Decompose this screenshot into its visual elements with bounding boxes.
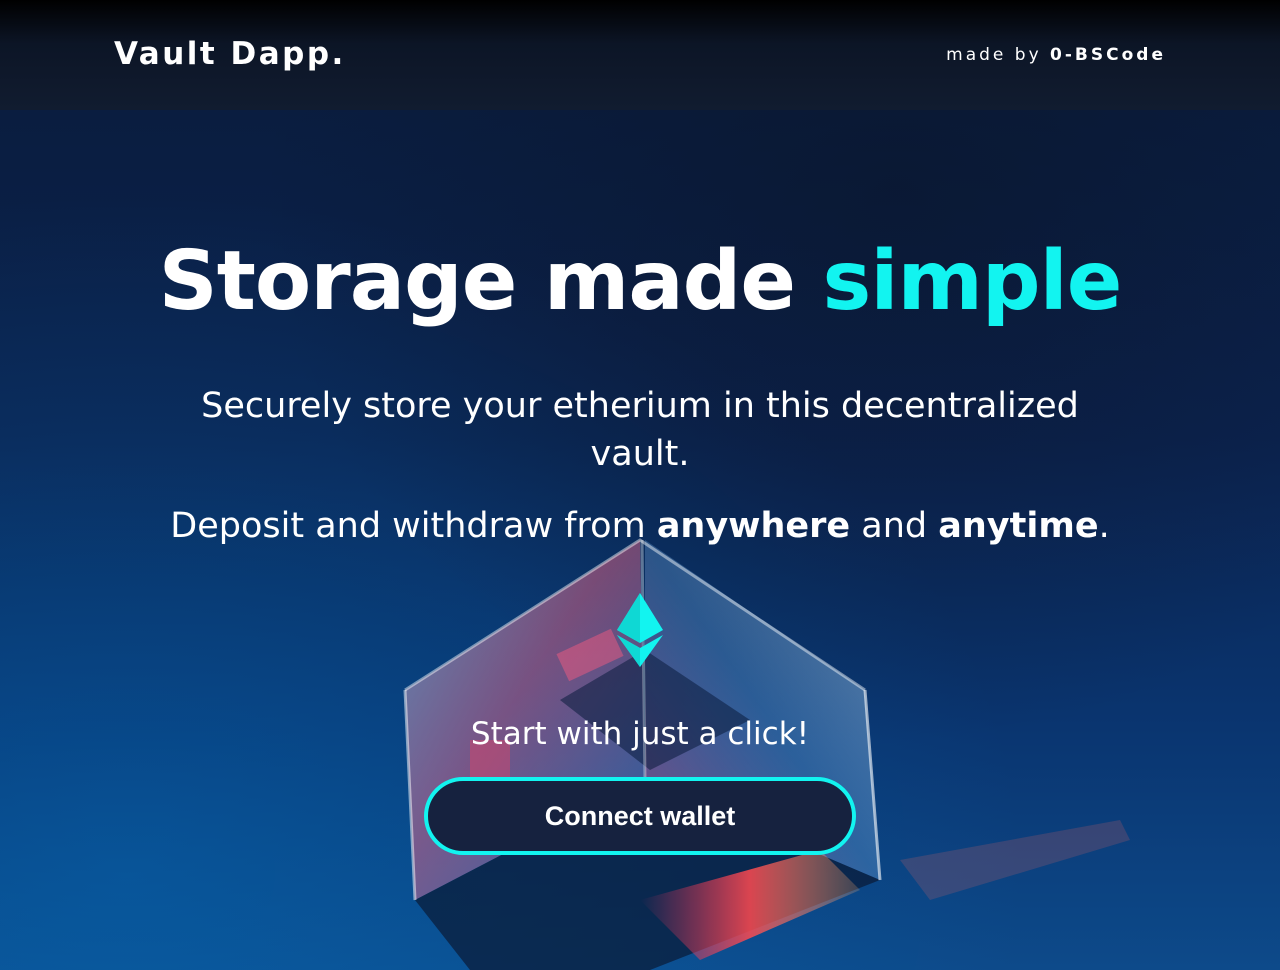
hero-title: Storage made simple (0, 232, 1280, 332)
hero-tagline: Deposit and withdraw from anywhere and a… (0, 502, 1280, 550)
tagline-prefix: Deposit and withdraw from (170, 506, 657, 546)
connect-wallet-button[interactable]: Connect wallet (424, 777, 856, 855)
hero-title-accent: simple (822, 234, 1123, 329)
tagline-suffix: . (1098, 506, 1110, 546)
tagline-bold-anytime: anytime (938, 506, 1099, 546)
brand-logo[interactable]: Vault Dapp. (114, 36, 346, 72)
hero-subtitle: Securely store your etherium in this dec… (201, 386, 1079, 474)
ethereum-icon (617, 593, 663, 667)
author-credit: made by 0-BSCode (946, 45, 1166, 65)
top-navbar: Vault Dapp. made by 0-BSCode (0, 0, 1280, 110)
tagline-bold-anywhere: anywhere (656, 506, 851, 546)
hero-title-main: Storage made (158, 234, 823, 329)
credit-author-link[interactable]: 0-BSCode (1050, 45, 1166, 65)
tagline-mid: and (850, 506, 939, 546)
connect-wallet-label: Connect wallet (544, 800, 736, 831)
cta-text: Start with just a click! (470, 716, 810, 752)
credit-prefix: made by (946, 45, 1042, 65)
